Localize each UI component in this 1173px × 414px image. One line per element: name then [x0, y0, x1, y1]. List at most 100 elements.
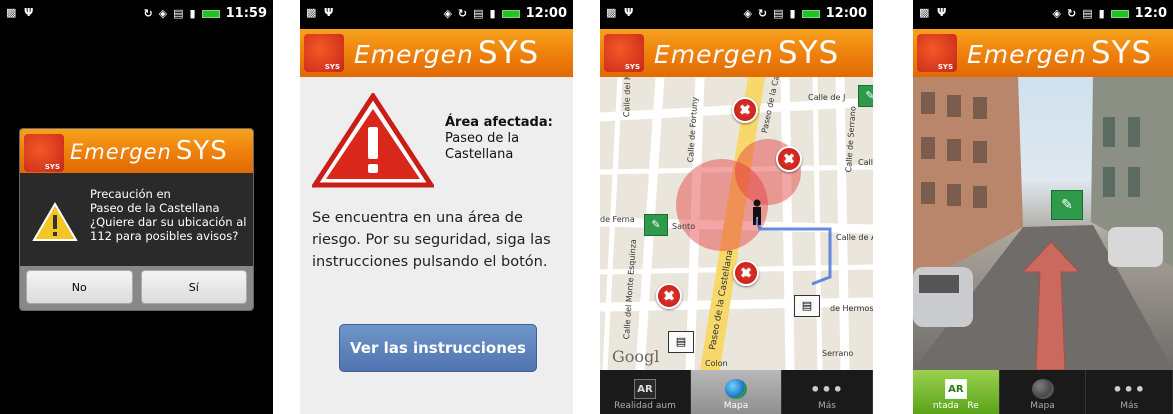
- dialog-buttons: No Sí: [20, 266, 253, 310]
- globe-icon: [725, 379, 747, 399]
- battery-icon: [201, 10, 220, 18]
- danger-triangle-icon: [312, 93, 434, 188]
- usb-icon: Ψ: [624, 6, 634, 19]
- map-view[interactable]: Calle del Monte Esq Calle de Fortuny Pas…: [600, 77, 873, 370]
- dialog-line: Precaución en: [90, 187, 171, 201]
- globe-icon: [1031, 379, 1054, 399]
- signal-icon: ▮: [489, 7, 496, 20]
- yes-button[interactable]: Sí: [140, 270, 247, 304]
- tab-augmented-reality[interactable]: AR ntada Re: [913, 370, 1000, 414]
- screen-risk-alert: ▩ Ψ ◈ ↻ ▤ ▮ 12:00 SYS Emergen SYS Área af…: [300, 0, 573, 414]
- street-label: Santo: [672, 222, 696, 231]
- risk-message: Se encuentra en una área de riesgo. Por …: [312, 210, 551, 270]
- sync-icon: ↻: [757, 7, 768, 20]
- signal-icon: ▮: [189, 7, 196, 20]
- danger-marker-icon[interactable]: ✖: [776, 146, 802, 172]
- no-button[interactable]: No: [26, 270, 133, 304]
- tab-augmented-reality[interactable]: AR Realidad aum: [600, 370, 691, 414]
- wifi-icon: ◈: [443, 7, 452, 20]
- clock: 12:00: [825, 6, 867, 21]
- bottom-tabbar: AR Realidad aum Mapa ••• Más: [600, 370, 873, 414]
- google-logo: Googl: [612, 347, 660, 366]
- battery-icon: [501, 10, 520, 18]
- instruction-marker-icon[interactable]: ▤: [794, 295, 820, 317]
- exit-marker-icon[interactable]: ✎: [644, 214, 668, 236]
- more-icon: •••: [1112, 379, 1147, 399]
- street-label: de Hermosilla: [830, 304, 873, 313]
- instruction-marker-icon[interactable]: ▤: [668, 331, 694, 353]
- ar-icon: AR: [634, 379, 656, 399]
- sync-icon: ↻: [457, 7, 468, 20]
- affected-area: Área afectada: Paseo de la Castellana: [445, 115, 570, 163]
- screen-location-prompt: ▩ Ψ ↻ ◈ ▤ ▮ 11:59 SYS Emergen SYS Precauc…: [0, 0, 273, 414]
- android-icon: ▩: [306, 6, 317, 19]
- tab-label: ntada Re: [932, 401, 979, 411]
- clock: 12:0: [1134, 6, 1167, 21]
- app-header: SYS Emergen SYS: [600, 29, 873, 77]
- app-header: SYS Emergen SYS: [300, 29, 573, 77]
- sync-icon: ↻: [143, 7, 153, 20]
- vibrate-icon: ▤: [773, 7, 784, 20]
- sync-icon: ↻: [1066, 7, 1077, 20]
- android-icon: ▩: [606, 6, 617, 19]
- street-label: Calle de J: [808, 93, 846, 102]
- usb-icon: Ψ: [324, 6, 334, 19]
- exit-marker-icon[interactable]: ✎: [858, 85, 873, 107]
- tab-label: Mapa: [723, 401, 749, 411]
- tab-more[interactable]: ••• Más: [782, 370, 873, 414]
- area-title: Área afectada:: [445, 115, 553, 130]
- camera-view[interactable]: ✎: [913, 77, 1173, 370]
- dialog-line: Paseo de la Castellana: [90, 201, 220, 215]
- android-icon: ▩: [919, 6, 930, 19]
- tab-label: Más: [818, 401, 836, 411]
- status-bar: ▩ Ψ ◈ ↻ ▤ ▮ 12:0: [913, 0, 1173, 29]
- tab-map[interactable]: Mapa: [691, 370, 782, 414]
- signal-icon: ▮: [789, 7, 796, 20]
- street-label: Colon: [705, 359, 728, 368]
- tab-label: Realidad aum: [614, 401, 676, 411]
- tab-label: Más: [1120, 401, 1139, 411]
- street-label: de Ferna: [600, 215, 635, 224]
- dialog-line: 112 para posibles avisos?: [90, 229, 239, 243]
- more-icon: •••: [810, 379, 844, 399]
- view-instructions-button[interactable]: Ver las instrucciones: [339, 324, 537, 372]
- usb-icon: Ψ: [937, 6, 947, 19]
- status-bar: ▩ Ψ ↻ ◈ ▤ ▮ 11:59: [0, 0, 273, 29]
- app-header: SYS Emergen SYS: [913, 29, 1173, 77]
- wifi-icon: ◈: [158, 7, 168, 20]
- screen-map: ▩ Ψ ◈ ↻ ▤ ▮ 12:00 SYS Emergen SYS Calle …: [600, 0, 873, 414]
- signal-icon: ▮: [1098, 7, 1105, 20]
- wifi-icon: ◈: [743, 7, 752, 20]
- clock: 12:00: [525, 6, 567, 21]
- emergensys-logo-icon: SYS: [24, 134, 64, 172]
- location-dialog: SYS Emergen SYS Precaución en Paseo de la…: [19, 128, 254, 311]
- battery-icon: [1110, 10, 1129, 18]
- street-label: Calle de Aya: [836, 233, 873, 242]
- tab-map[interactable]: Mapa: [1000, 370, 1087, 414]
- emergensys-logo-icon: SYS: [304, 34, 344, 72]
- brand-title: Emergen SYS: [354, 35, 540, 71]
- danger-marker-icon[interactable]: ✖: [733, 260, 759, 286]
- warning-icon: [32, 202, 78, 241]
- brand-title: Emergen SYS: [70, 136, 228, 166]
- usb-icon: Ψ: [24, 6, 34, 19]
- exit-marker-icon[interactable]: ✎: [1051, 190, 1083, 220]
- dialog-line: ¿Quiere dar su ubicación al: [90, 215, 247, 229]
- tab-more[interactable]: ••• Más: [1086, 370, 1173, 414]
- status-bar: ▩ Ψ ◈ ↻ ▤ ▮ 12:00: [600, 0, 873, 29]
- street-label: Call: [858, 158, 873, 167]
- brand-title: Emergen SYS: [654, 35, 840, 71]
- brand-title: Emergen SYS: [967, 35, 1153, 71]
- vibrate-icon: ▤: [473, 7, 484, 20]
- danger-marker-icon[interactable]: ✖: [732, 97, 758, 123]
- android-icon: ▩: [6, 6, 17, 19]
- area-name: Paseo de la Castellana: [445, 131, 520, 162]
- dialog-message: Precaución en Paseo de la Castellana ¿Qu…: [90, 187, 250, 243]
- bottom-tabbar: AR ntada Re Mapa ••• Más: [913, 370, 1173, 414]
- vibrate-icon: ▤: [173, 7, 184, 20]
- vibrate-icon: ▤: [1082, 7, 1093, 20]
- screen-augmented-reality: ▩ Ψ ◈ ↻ ▤ ▮ 12:0 SYS Emergen SYS ✎ AR nt…: [913, 0, 1173, 414]
- clock: 11:59: [225, 6, 267, 21]
- tab-label: Mapa: [1030, 401, 1055, 411]
- danger-marker-icon[interactable]: ✖: [656, 283, 682, 309]
